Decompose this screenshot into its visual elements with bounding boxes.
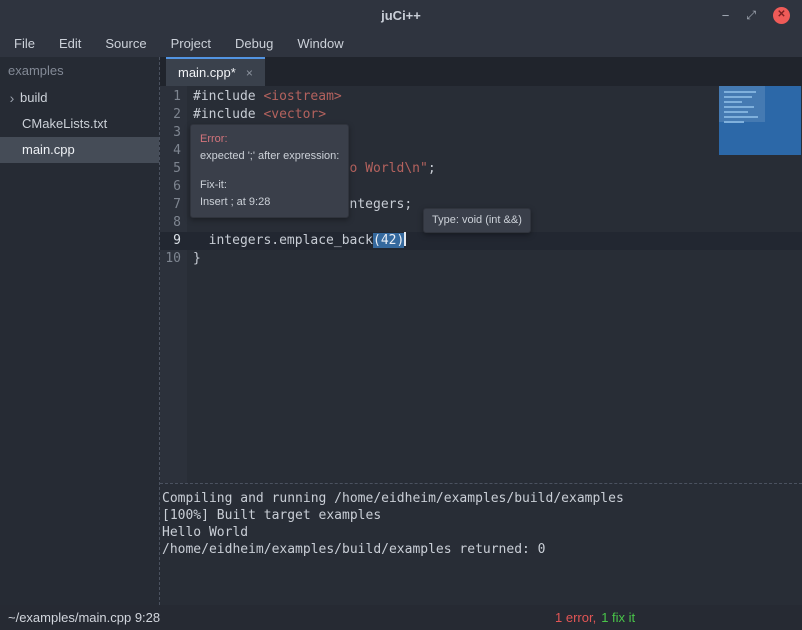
tabbar: main.cpp* ×: [160, 57, 802, 86]
close-icon: ✕: [777, 10, 785, 20]
menu-item-window[interactable]: Window: [285, 30, 355, 57]
text-cursor: [404, 232, 406, 246]
code-editor[interactable]: 1 #include <iostream> 2 #include <vector…: [160, 86, 802, 483]
minimize-button[interactable]: −: [722, 9, 730, 22]
code-text: integers.emplace_back(42): [187, 232, 406, 250]
tree-item-label: CMakeLists.txt: [22, 111, 107, 137]
error-message: expected ';' after expression:: [200, 148, 339, 165]
menu-item-source[interactable]: Source: [93, 30, 158, 57]
file-tree-panel: examples › build CMakeLists.txt main.cpp: [0, 57, 160, 605]
diagnostics-summary: 1 error, 1 fix it: [555, 610, 635, 625]
tree-item-cmakelists[interactable]: CMakeLists.txt: [0, 111, 159, 137]
tree-item-label: main.cpp: [22, 137, 75, 163]
type-tooltip: Type: void (int &&): [423, 208, 531, 233]
tab-maincpp[interactable]: main.cpp* ×: [166, 57, 265, 86]
line-number: 1: [160, 88, 187, 106]
fixit-title: Fix-it:: [200, 177, 339, 194]
diagnostic-tooltip: Error: expected ';' after expression: Fi…: [190, 124, 349, 218]
terminal-line: Hello World: [162, 524, 802, 541]
code-line[interactable]: 10 }: [160, 250, 802, 268]
statusbar: ~/examples/main.cpp 9:28 1 error, 1 fix i…: [0, 605, 802, 630]
tooltip-spacer: [200, 165, 339, 177]
line-number: 2: [160, 106, 187, 124]
error-count: 1 error,: [555, 610, 596, 625]
maximize-button[interactable]: ⤢: [746, 9, 756, 21]
menubar: File Edit Source Project Debug Window: [0, 30, 802, 57]
titlebar[interactable]: juCi++ − ⤢ ✕: [0, 0, 802, 30]
line-number: 6: [160, 178, 187, 196]
window-title: juCi++: [381, 8, 421, 23]
tab-label: main.cpp*: [178, 65, 236, 80]
tab-close-icon[interactable]: ×: [246, 66, 253, 80]
line-number: 9: [160, 232, 187, 250]
terminal-line: /home/eidheim/examples/build/examples re…: [162, 541, 802, 558]
project-name: examples: [0, 57, 159, 85]
fixit-count: 1 fix it: [601, 610, 635, 625]
fixit-message: Insert ; at 9:28: [200, 194, 339, 211]
code-text: #include <vector>: [187, 106, 326, 124]
line-number: 7: [160, 196, 187, 214]
minimap[interactable]: [719, 86, 801, 155]
code-text: #include <iostream>: [187, 88, 342, 106]
menu-item-debug[interactable]: Debug: [223, 30, 285, 57]
terminal-line: Compiling and running /home/eidheim/exam…: [162, 490, 802, 507]
line-number: 8: [160, 214, 187, 232]
tree-item-maincpp[interactable]: main.cpp: [0, 137, 159, 163]
menu-item-edit[interactable]: Edit: [47, 30, 93, 57]
chevron-right-icon[interactable]: ›: [4, 85, 20, 111]
editor-column: main.cpp* × 1 #include <iostream> 2 #inc…: [160, 57, 802, 605]
code-line[interactable]: 2 #include <vector>: [160, 106, 802, 124]
main-area: examples › build CMakeLists.txt main.cpp…: [0, 57, 802, 605]
minimap-code-marks: [719, 88, 758, 123]
menu-item-file[interactable]: File: [2, 30, 47, 57]
code-text: }: [187, 250, 201, 268]
cursor-location: ~/examples/main.cpp 9:28: [8, 610, 160, 625]
menu-item-project[interactable]: Project: [159, 30, 223, 57]
app-window: juCi++ − ⤢ ✕ File Edit Source Project De…: [0, 0, 802, 630]
terminal-output[interactable]: Compiling and running /home/eidheim/exam…: [160, 483, 802, 605]
code-line[interactable]: 1 #include <iostream>: [160, 88, 802, 106]
line-number: 5: [160, 160, 187, 178]
error-title: Error:: [200, 133, 228, 145]
window-controls: − ⤢ ✕: [722, 0, 790, 30]
close-button[interactable]: ✕: [773, 7, 790, 24]
line-number: 3: [160, 124, 187, 142]
tree-item-build[interactable]: › build: [0, 85, 159, 111]
tree-item-label: build: [20, 85, 47, 111]
line-number: 4: [160, 142, 187, 160]
bracket-match-highlight: (42): [373, 233, 404, 248]
terminal-line: [100%] Built target examples: [162, 507, 802, 524]
line-number: 10: [160, 250, 187, 268]
code-line-current[interactable]: 9 integers.emplace_back(42): [160, 232, 802, 250]
